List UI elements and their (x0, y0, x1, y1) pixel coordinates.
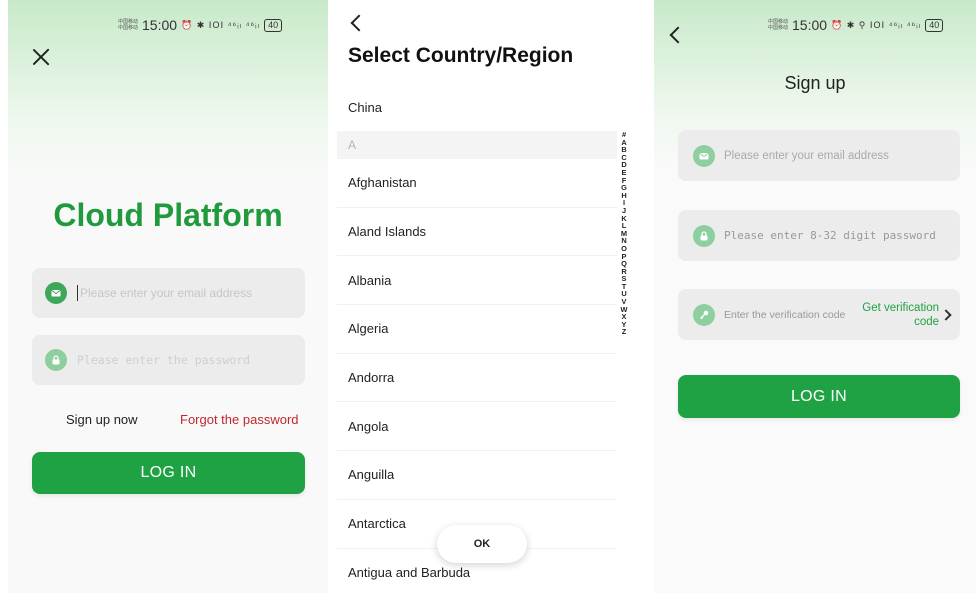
country-item[interactable]: Algeria (337, 305, 617, 354)
status-icons: ⏰ ✱ ⅠOⅠ ⁴⁶ᵢₗ ⁴⁶ᵢₗ (181, 19, 261, 30)
email-placeholder: Please enter your email address (80, 286, 253, 300)
password-field[interactable]: Please enter the password (32, 335, 305, 385)
country-item[interactable]: Aland Islands (337, 208, 617, 257)
status-icons: ⏰ ✱ ⚲ ⅠOⅠ ⁴⁶ᵢₗ ⁴⁶ᵢₗ (831, 19, 922, 30)
get-code-label: Get verification code (862, 301, 939, 329)
get-code-label-line2: code (914, 315, 939, 328)
section-header: A (337, 131, 617, 159)
signup-screen: 中国移动 中国移动 15:00 ⏰ ✱ ⚲ ⅠOⅠ ⁴⁶ᵢₗ ⁴⁶ᵢₗ 40 S… (654, 0, 976, 593)
text-cursor (77, 285, 78, 301)
verification-code-field[interactable]: Enter the verification code Get verifica… (678, 289, 960, 340)
close-icon[interactable] (30, 46, 52, 68)
chevron-right-icon (940, 308, 952, 321)
envelope-icon (45, 282, 67, 304)
page-title: Select Country/Region (348, 44, 574, 67)
key-icon (693, 303, 715, 326)
status-time: 15:00 (792, 17, 828, 33)
sign-up-link[interactable]: Sign up now (66, 412, 138, 427)
password-field[interactable]: Please enter 8-32 digit password (678, 210, 960, 261)
email-field[interactable]: Please enter your email address (678, 130, 960, 181)
password-placeholder: Please enter the password (77, 353, 251, 367)
country-item-china[interactable]: China (348, 100, 382, 115)
ok-button[interactable]: OK (437, 525, 527, 563)
carrier-label: 中国移动 中国移动 (118, 19, 139, 31)
status-bar: 中国移动 中国移动 15:00 ⏰ ✱ ⚲ ⅠOⅠ ⁴⁶ᵢₗ ⁴⁶ᵢₗ 40 (768, 17, 944, 33)
index-letter[interactable]: Z (622, 328, 627, 336)
back-chevron-icon[interactable] (350, 14, 368, 32)
status-time: 15:00 (142, 17, 178, 33)
lock-icon (693, 224, 715, 247)
envelope-icon (693, 144, 715, 167)
country-item[interactable]: Afghanistan (337, 159, 617, 208)
email-field[interactable]: Please enter your email address (32, 268, 305, 318)
back-chevron-icon[interactable] (669, 26, 687, 44)
lock-icon (45, 349, 67, 371)
get-code-label-line1: Get verification (862, 301, 939, 314)
password-placeholder: Please enter 8-32 digit password (724, 229, 936, 242)
battery-indicator: 40 (264, 18, 283, 32)
forgot-password-link[interactable]: Forgot the password (180, 412, 299, 427)
country-select-screen: Select Country/Region China A Afghanista… (337, 0, 637, 593)
code-placeholder: Enter the verification code (724, 308, 846, 321)
carrier-label: 中国移动 中国移动 (768, 19, 789, 31)
status-bar: 中国移动 中国移动 15:00 ⏰ ✱ ⅠOⅠ ⁴⁶ᵢₗ ⁴⁶ᵢₗ 40 (118, 17, 283, 33)
login-screen: 中国移动 中国移动 15:00 ⏰ ✱ ⅠOⅠ ⁴⁶ᵢₗ ⁴⁶ᵢₗ 40 Clo… (8, 0, 328, 593)
alphabet-index[interactable]: # A B C D E F G H I J K L M N O P Q R S T U V W X Y Z (617, 131, 631, 336)
email-placeholder: Please enter your email address (724, 149, 889, 162)
brand-title: Cloud Platform (53, 197, 283, 233)
get-code-button[interactable]: Get verification code (862, 301, 952, 329)
battery-indicator: 40 (925, 18, 944, 32)
login-button[interactable]: LOG IN (678, 375, 960, 418)
country-item[interactable]: Anguilla (337, 451, 617, 500)
country-item[interactable]: Andorra (337, 354, 617, 403)
country-item[interactable]: Angola (337, 402, 617, 452)
login-button[interactable]: LOG IN (32, 452, 305, 494)
country-item[interactable]: Albania (337, 256, 617, 306)
page-title: Sign up (784, 73, 846, 93)
